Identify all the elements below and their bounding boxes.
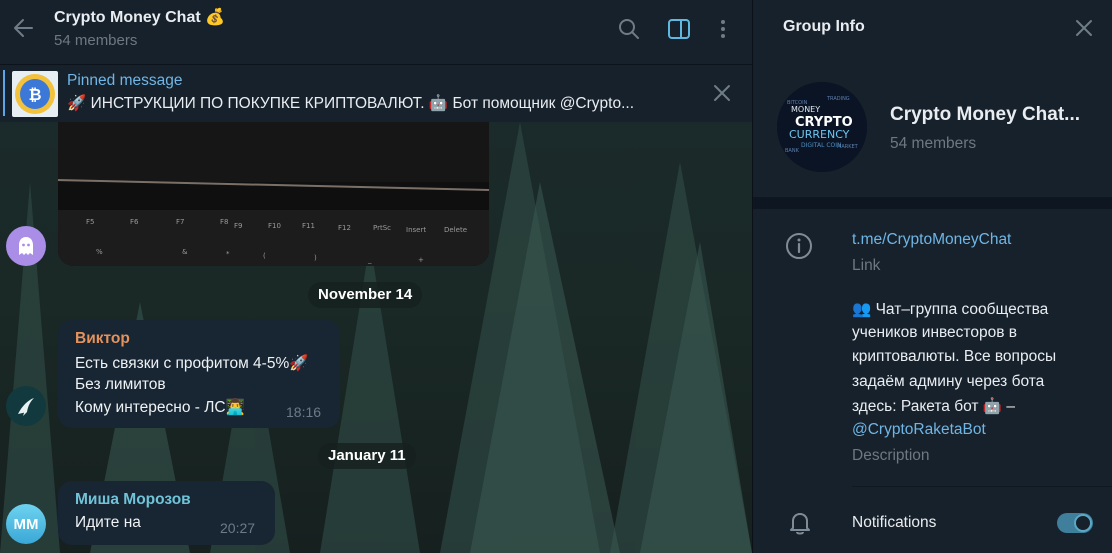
key-label: Delete <box>444 226 467 234</box>
message-bubble[interactable]: Миша Морозов Идите на 20:27 <box>58 481 275 545</box>
message-time: 18:16 <box>286 404 322 420</box>
key-label: _ <box>367 256 372 264</box>
description-line: криптовалюты. Все вопросы <box>852 348 1057 365</box>
avatar[interactable] <box>6 386 46 426</box>
key-label: & <box>182 248 188 256</box>
bell-icon <box>790 513 810 535</box>
chat-member-count: 54 members <box>54 32 138 49</box>
avatar[interactable] <box>6 226 46 266</box>
group-avatar[interactable]: BITCOIN TRADING MARKET BANK MONEY CRYPTO C… <box>777 82 867 172</box>
avatar-word: MONEY <box>791 105 820 114</box>
pinned-message-bar[interactable]: ₿ Pinned message 🚀 ИНСТРУКЦИИ ПО ПОКУПКЕ… <box>0 64 752 122</box>
chat-title[interactable]: Crypto Money Chat 💰 <box>54 7 225 27</box>
key-label: F11 <box>302 222 315 230</box>
close-icon[interactable] <box>711 82 733 104</box>
svg-text:TRADING: TRADING <box>826 96 850 102</box>
group-info-panel: Group Info BITCOIN TRADING MARKET BANK MON… <box>752 0 1112 553</box>
group-member-count: 54 members <box>890 135 977 152</box>
key-label: F5 <box>86 218 94 226</box>
date-separator: November 14 <box>308 282 423 308</box>
key-label: % <box>96 248 103 256</box>
description-label: Description <box>852 447 930 464</box>
message-text-line: Есть связки с профитом 4-5%🚀 <box>75 355 309 372</box>
notifications-label: Notifications <box>852 514 937 531</box>
avatar-word: CURRENCY <box>789 128 850 141</box>
date-separator: January 11 <box>318 443 416 469</box>
group-link[interactable]: t.me/CryptoMoneyChat <box>852 231 1011 249</box>
message-text-line: Идите на <box>75 514 141 531</box>
chat-header: Crypto Money Chat 💰 54 members <box>0 0 752 64</box>
message-sender[interactable]: Виктор <box>75 330 130 348</box>
keyboard-photo: F5 F6 F7 F8 F9 F10 F11 F12 PrtSc Insert … <box>58 122 489 266</box>
key-label: * <box>226 250 230 258</box>
key-label: F12 <box>338 224 351 232</box>
key-label: F7 <box>176 218 184 226</box>
message-bubble[interactable]: Виктор Есть связки с профитом 4-5%🚀 Без … <box>58 320 340 428</box>
description-line: 👥 Чат–группа сообщества <box>852 301 1049 318</box>
pinned-thumbnail: ₿ <box>12 71 58 117</box>
key-label: Insert <box>406 226 426 234</box>
avatar[interactable]: MM <box>6 504 46 544</box>
key-label: F10 <box>268 222 281 230</box>
back-arrow-icon[interactable] <box>10 14 38 42</box>
description-line: учеников инвесторов в <box>852 324 1017 341</box>
link-label: Link <box>852 257 881 274</box>
key-label: F8 <box>220 218 228 226</box>
search-icon[interactable] <box>617 17 641 41</box>
more-vertical-icon[interactable] <box>711 17 735 41</box>
bird-icon <box>18 398 34 416</box>
description-mention-link[interactable]: @CryptoRaketaBot <box>852 421 986 439</box>
description-line: задаём админу через бота <box>852 373 1045 390</box>
photo-message[interactable]: F5 F6 F7 F8 F9 F10 F11 F12 PrtSc Insert … <box>58 122 489 266</box>
telegram-window: Crypto Money Chat 💰 54 members ₿ Pinned … <box>0 0 1112 553</box>
avatar-word: DIGITAL COIN <box>801 142 842 149</box>
section-divider <box>753 197 1112 209</box>
pinned-label: Pinned message <box>67 72 183 89</box>
message-sender[interactable]: Миша Морозов <box>75 491 191 509</box>
chat-panel: Crypto Money Chat 💰 54 members ₿ Pinned … <box>0 0 752 553</box>
message-text-line: Без лимитов <box>75 376 166 393</box>
notifications-toggle[interactable] <box>1057 513 1093 533</box>
key-label: ) <box>314 254 317 262</box>
key-label: PrtSc <box>373 224 391 232</box>
key-label: + <box>418 256 424 264</box>
toggle-knob <box>1074 514 1092 532</box>
svg-text:BANK: BANK <box>785 148 800 154</box>
svg-text:₿: ₿ <box>28 85 41 104</box>
key-label: ( <box>263 252 266 260</box>
message-time: 20:27 <box>220 520 256 536</box>
description-line: здесь: Ракета бот 🤖 – <box>852 398 1016 415</box>
key-label: F9 <box>234 222 242 230</box>
sidebar-toggle-icon[interactable] <box>667 17 691 41</box>
avatar-initials: MM <box>13 515 39 533</box>
ghost-icon <box>19 237 33 255</box>
row-divider <box>852 486 1112 487</box>
pinned-text: 🚀 ИНСТРУКЦИИ ПО ПОКУПКЕ КРИПТОВАЛЮТ. 🤖 Б… <box>67 95 634 112</box>
group-name: Crypto Money Chat... <box>890 104 1081 125</box>
pinned-indicator <box>3 70 5 116</box>
close-icon[interactable] <box>1073 17 1095 39</box>
info-icon <box>786 233 812 259</box>
key-label: F6 <box>130 218 139 226</box>
message-text-line: Кому интересно - ЛС👨‍💻 <box>75 399 245 416</box>
panel-title: Group Info <box>783 18 865 35</box>
